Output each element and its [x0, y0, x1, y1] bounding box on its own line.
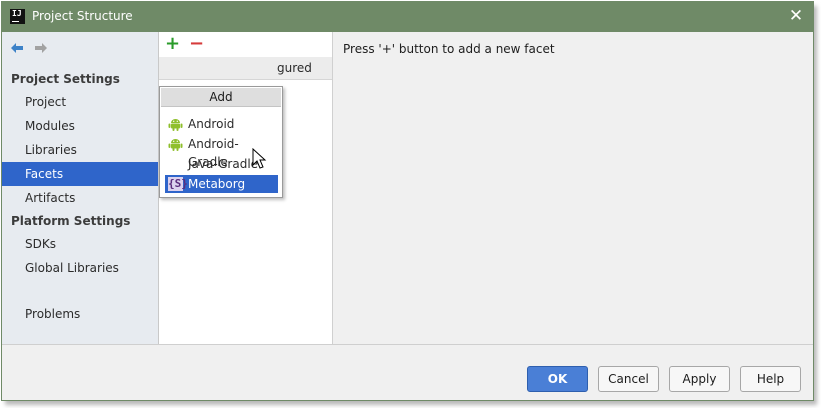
android-icon [168, 139, 183, 151]
help-button[interactable]: Help [740, 366, 801, 392]
sidebar-item-libraries[interactable]: Libraries [2, 138, 158, 162]
facet-list-header-text: gured [277, 61, 312, 75]
add-facet-hint: Press '+' button to add a new facet [343, 42, 555, 56]
title-bar: IJ Project Structure ✕ [2, 2, 813, 32]
apply-button[interactable]: Apply [669, 366, 730, 392]
popup-item-android-gradle[interactable]: Android-Gradle [165, 135, 278, 169]
sidebar-item-global-libraries[interactable]: Global Libraries [2, 256, 158, 280]
remove-facet-button[interactable]: − [189, 35, 204, 53]
back-arrow-icon[interactable] [9, 40, 25, 56]
sidebar-section-0: Project Settings [11, 72, 120, 86]
sidebar-section-1: Platform Settings [11, 214, 131, 228]
intellij-logo-icon: IJ [10, 9, 25, 24]
project-structure-dialog: IJ Project Structure ✕ Project Settings P… [1, 1, 814, 401]
sidebar: Project Settings Project Modules Libraries F… [2, 32, 159, 344]
sidebar-item-artifacts[interactable]: Artifacts [2, 186, 158, 210]
facet-details-panel: Press '+' button to add a new facet [333, 32, 813, 344]
metaborg-icon: {S} [168, 177, 188, 191]
add-facet-popup: Add Android Android-Gradle Java-Gradle {S} M… [159, 86, 283, 198]
dialog-footer: OK Cancel Apply Help [2, 344, 813, 400]
popup-item-label: Java-Gradle [188, 157, 259, 171]
ok-button[interactable]: OK [527, 366, 588, 392]
popup-item-label: Android [188, 117, 235, 131]
close-icon[interactable]: ✕ [787, 6, 805, 26]
popup-item-android[interactable]: Android [165, 115, 278, 133]
popup-title: Add [161, 88, 281, 107]
sidebar-item-problems[interactable]: Problems [2, 302, 158, 326]
popup-item-metaborg[interactable]: {S} Metaborg [165, 175, 278, 193]
forward-arrow-icon[interactable] [33, 40, 49, 56]
sidebar-item-facets[interactable]: Facets [2, 162, 158, 186]
dialog-content: Project Settings Project Modules Libraries F… [2, 32, 813, 344]
sidebar-item-project[interactable]: Project [2, 90, 158, 114]
cancel-button[interactable]: Cancel [598, 366, 659, 392]
popup-item-java-gradle[interactable]: Java-Gradle [165, 155, 278, 173]
window-title: Project Structure [32, 9, 133, 23]
popup-item-label: Metaborg [188, 177, 246, 191]
sidebar-item-modules[interactable]: Modules [2, 114, 158, 138]
facet-list-header: gured [159, 57, 332, 80]
sidebar-item-sdks[interactable]: SDKs [2, 232, 158, 256]
add-facet-button[interactable]: + [165, 35, 180, 53]
android-icon [168, 119, 183, 131]
